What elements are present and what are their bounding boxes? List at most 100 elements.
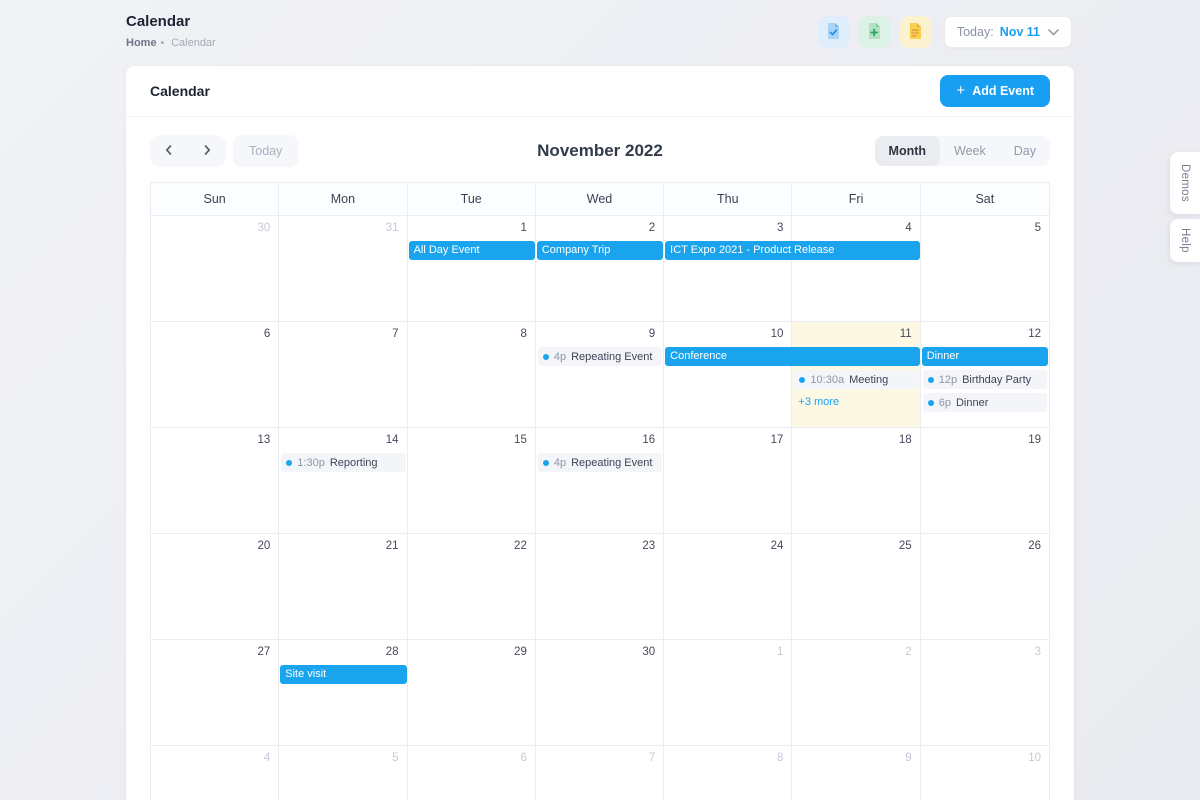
view-week-button[interactable]: Week [940, 136, 1000, 166]
day-cell[interactable]: 21 [279, 534, 407, 640]
day-cell[interactable]: 4 [792, 216, 920, 322]
day-cell[interactable]: 25 [792, 534, 920, 640]
event-chip[interactable]: 10:30aMeeting [794, 370, 918, 389]
day-number: 6 [520, 752, 526, 764]
day-cell[interactable]: 17 [664, 428, 792, 534]
day-cell[interactable]: 3 [921, 640, 1049, 746]
weekday-header: Sun [151, 183, 279, 216]
day-cell[interactable]: 10 [921, 746, 1049, 800]
event-bar[interactable]: ICT Expo 2021 - Product Release [665, 241, 920, 260]
day-number: 16 [642, 434, 655, 446]
week-row: 4 5 678 9 10 [151, 746, 1049, 800]
day-number: 10 [771, 328, 784, 340]
day-number: 23 [642, 540, 655, 552]
day-number: 3 [1035, 646, 1041, 658]
today-button[interactable]: Today [233, 135, 298, 167]
day-cell[interactable]: 30 [151, 216, 279, 322]
today-date-dropdown[interactable]: Today: Nov 11 [944, 16, 1072, 48]
day-cell[interactable]: 7 [536, 746, 664, 800]
file-lines-icon [907, 22, 924, 43]
event-time: 4p [554, 351, 566, 363]
more-events-link[interactable]: +3 more [792, 393, 920, 416]
day-number: 9 [905, 752, 911, 764]
event-dot-icon [286, 460, 292, 466]
day-cell[interactable]: 6 [408, 746, 536, 800]
day-cell[interactable]: 9 [536, 322, 664, 428]
event-bar[interactable]: Company Trip [537, 241, 663, 260]
day-cell[interactable]: 18 [792, 428, 920, 534]
week-row: 67891011124pRepeating EventConferenceDin… [151, 322, 1049, 428]
day-cell[interactable]: 20 [151, 534, 279, 640]
event-dot-icon [799, 377, 805, 383]
day-cell[interactable]: 1 [664, 640, 792, 746]
demos-side-tab[interactable]: Demos [1170, 152, 1200, 214]
next-month-button[interactable] [188, 135, 226, 167]
day-cell[interactable]: 31 [279, 216, 407, 322]
day-cell[interactable]: 16 [536, 428, 664, 534]
prev-month-button[interactable] [150, 135, 188, 167]
view-switcher: MonthWeekDay [875, 136, 1050, 166]
add-event-label: Add Event [972, 84, 1034, 98]
day-cell[interactable]: 5 [921, 216, 1049, 322]
day-cell[interactable]: 26 [921, 534, 1049, 640]
calendar-toolbar: Today November 2022 MonthWeekDay [150, 135, 1050, 167]
day-cell[interactable]: 28 [279, 640, 407, 746]
event-bar[interactable]: Conference [665, 347, 920, 366]
day-cell[interactable]: 2 [536, 216, 664, 322]
event-chip[interactable]: 1:30pReporting [281, 453, 405, 472]
file-plus-button[interactable] [859, 16, 891, 48]
day-number: 10 [1028, 752, 1041, 764]
day-number: 15 [514, 434, 527, 446]
day-cell[interactable]: 8 [408, 322, 536, 428]
day-cell[interactable]: 10 [664, 322, 792, 428]
day-number: 26 [1028, 540, 1041, 552]
file-check-button[interactable] [818, 16, 850, 48]
view-day-button[interactable]: Day [1000, 136, 1050, 166]
breadcrumb-home[interactable]: Home [126, 37, 157, 49]
day-cell[interactable]: 3 [664, 216, 792, 322]
day-cell[interactable]: 15 [408, 428, 536, 534]
day-cell[interactable]: 9 [792, 746, 920, 800]
day-number: 5 [392, 752, 398, 764]
day-number: 4 [905, 222, 911, 234]
view-month-button[interactable]: Month [875, 136, 940, 166]
event-time: 1:30p [297, 457, 325, 469]
day-cell[interactable]: 30 [536, 640, 664, 746]
event-chip[interactable]: 6pDinner [923, 393, 1047, 412]
day-cell[interactable]: 14 [279, 428, 407, 534]
day-cell[interactable]: 27 [151, 640, 279, 746]
event-time: 10:30a [810, 374, 844, 386]
day-cell[interactable]: 29 [408, 640, 536, 746]
day-cell[interactable]: 7 [279, 322, 407, 428]
day-cell[interactable]: 1 [408, 216, 536, 322]
day-cell[interactable]: 2 [792, 640, 920, 746]
day-number: 30 [642, 646, 655, 658]
event-chip[interactable]: 12pBirthday Party [923, 370, 1047, 389]
event-bar[interactable]: Site visit [280, 665, 406, 684]
week-row: 3031123 45 All Day EventCompany TripICT Ex… [151, 216, 1049, 322]
day-cell[interactable]: 13 [151, 428, 279, 534]
day-cell[interactable]: 24 [664, 534, 792, 640]
day-number: 17 [771, 434, 784, 446]
calendar-grid: SunMonTueWedThuFriSat 303112345All Day E… [150, 182, 1050, 800]
event-chip[interactable]: 4pRepeating Event [538, 347, 662, 366]
day-cell[interactable]: 6 [151, 322, 279, 428]
day-cell[interactable]: 22 [408, 534, 536, 640]
day-cell[interactable]: 4 [151, 746, 279, 800]
weekday-header: Thu [664, 183, 792, 216]
event-bar[interactable]: All Day Event [409, 241, 535, 260]
chevron-right-icon [200, 143, 214, 160]
day-cell[interactable]: 5 [279, 746, 407, 800]
weekday-header: Mon [279, 183, 407, 216]
calendar-weeks: 303112345All Day EventCompany TripICT Ex… [151, 216, 1049, 800]
help-side-tab[interactable]: Help [1170, 219, 1200, 262]
add-event-button[interactable]: + Add Event [940, 75, 1050, 107]
day-cell[interactable]: 8 [664, 746, 792, 800]
day-cell[interactable]: 19 [921, 428, 1049, 534]
event-bar[interactable]: Dinner [922, 347, 1048, 366]
day-number: 7 [392, 328, 398, 340]
file-lines-button[interactable] [900, 16, 932, 48]
day-number: 20 [257, 540, 270, 552]
event-chip[interactable]: 4pRepeating Event [538, 453, 662, 472]
day-cell[interactable]: 23 [536, 534, 664, 640]
